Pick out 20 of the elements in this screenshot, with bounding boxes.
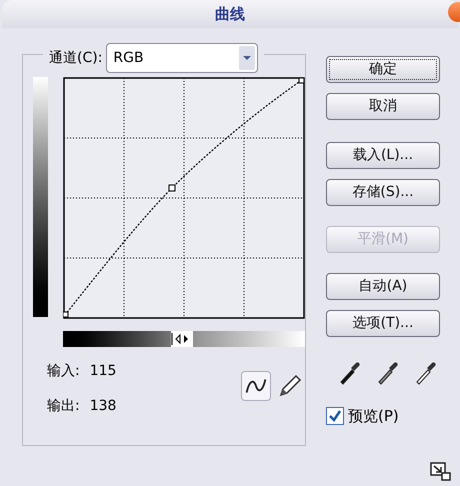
readout-value: 115 [90,362,116,381]
readout-value: 138 [90,397,116,416]
preview-checkbox[interactable] [326,407,344,426]
window-title: 曲线 [215,4,245,25]
dialog-button[interactable]: 选项(T)... [326,310,440,337]
readout-label: 输入: [47,362,80,381]
slider-arrows-icon[interactable] [171,331,193,347]
curve-tool-button[interactable] [241,371,271,401]
dialog-button[interactable]: 载入(L)... [326,142,440,169]
checkmark-icon [328,409,342,424]
dialog-button[interactable]: 自动(A) [326,273,440,300]
dialog-button[interactable]: 确定 [326,56,440,83]
curve-graph[interactable] [63,77,305,319]
dialog-button[interactable]: 取消 [326,93,440,120]
dialog-button[interactable]: 存储(S)... [326,179,440,206]
channel-dropdown[interactable]: RGB [106,43,258,73]
readout-label: 输出: [47,397,80,416]
channel-label: 通道(C): [49,48,102,68]
resize-icon[interactable] [430,462,452,482]
preview-label: 预览(P) [348,406,399,427]
